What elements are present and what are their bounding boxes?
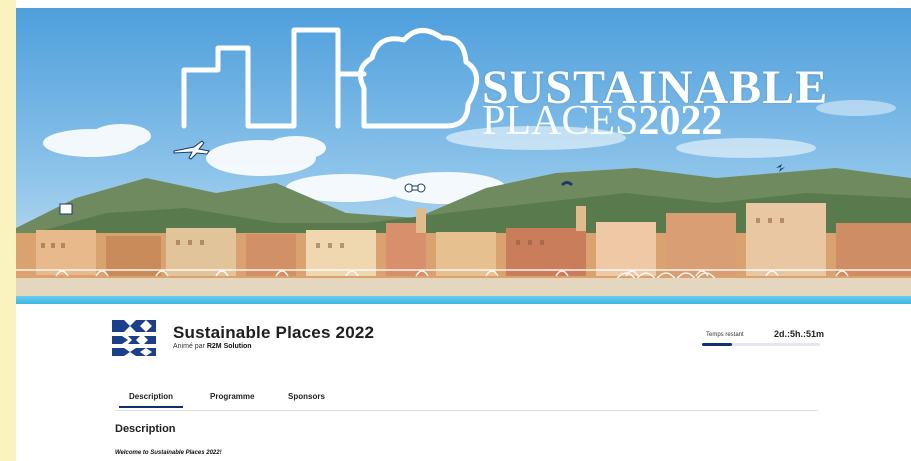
welcome-text: Welcome to Sustainable Places 2022! [115, 450, 222, 456]
event-host: Animé par R2M Solution [173, 343, 252, 350]
tab-sponsors[interactable]: Sponsors [288, 392, 325, 401]
banner-subtitle-places: PLACES [482, 98, 639, 144]
event-page: SUSTAINABLE PLACES2022 Sustainable Place… [16, 0, 911, 461]
event-host-name[interactable]: R2M Solution [207, 343, 252, 350]
time-progress-fill [702, 343, 732, 346]
tab-description[interactable]: Description [118, 392, 184, 408]
time-remaining-value: 2d.:5h.:51m [774, 329, 825, 339]
time-progress-bar [702, 343, 820, 346]
banner-subtitle-year: 2022 [638, 98, 723, 144]
tab-bar: Description Programme Sponsors [115, 386, 818, 411]
event-host-prefix: Animé par [173, 343, 205, 350]
description-heading: Description [115, 423, 176, 435]
tab-programme[interactable]: Programme [210, 392, 254, 401]
time-remaining-label: Temps restant [706, 332, 744, 338]
banner-illustration [16, 8, 911, 304]
event-title: Sustainable Places 2022 [173, 323, 375, 342]
event-banner: SUSTAINABLE PLACES2022 [16, 8, 911, 304]
grid-puzzle-logo-icon [112, 320, 156, 356]
banner-subtitle: PLACES2022 [482, 100, 722, 142]
